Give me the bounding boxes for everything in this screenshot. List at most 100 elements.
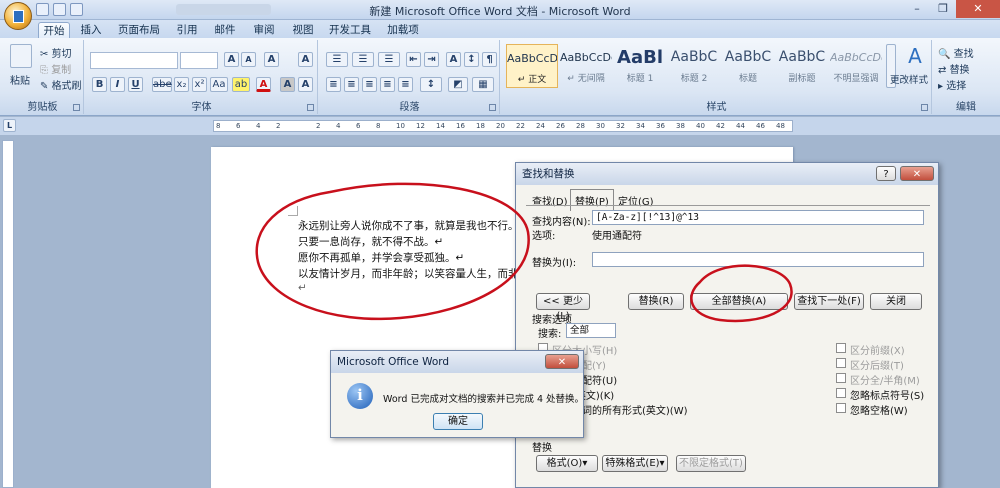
checkbox[interactable] [836,388,846,398]
close-window-button[interactable]: ✕ [956,0,1000,18]
font-size-dropdown[interactable] [180,52,218,69]
styles-launcher[interactable] [921,104,928,111]
bold-button[interactable]: B [92,77,107,92]
find-what-input[interactable]: [A-Za-z][!^13]@^13 [592,210,924,225]
no-formatting-button[interactable]: 不限定格式(T) [676,455,746,472]
tab-selector-icon[interactable]: L [3,119,16,132]
style-heading-2[interactable]: AaBbC 标题 2 [668,44,720,88]
save-icon[interactable] [36,3,49,16]
tab-developer[interactable]: 开发工具 [327,22,373,38]
tab-mailings[interactable]: 邮件 [210,22,240,38]
document-line[interactable]: 永远别让旁人说你成不了事，就算是我也不行。 [298,218,519,233]
superscript-button[interactable]: x² [192,77,207,92]
align-right-icon[interactable]: ≡ [362,77,377,92]
distributed-icon[interactable]: ≡ [398,77,413,92]
sort-icon[interactable]: ↕ [464,52,479,67]
dialog-close-button[interactable]: ✕ [900,166,934,181]
paste-icon[interactable] [10,44,32,68]
redo-icon[interactable] [70,3,83,16]
msgbox-close-button[interactable]: ✕ [545,354,579,369]
tab-insert[interactable]: 插入 [76,22,106,38]
document-line[interactable]: ↵ [298,282,307,294]
subscript-button[interactable]: x₂ [174,77,189,92]
style-no-spacing[interactable]: AaBbCcDd ↵ 无间隔 [560,44,612,88]
strikethrough-button[interactable]: abe [152,77,172,92]
style-title[interactable]: AaBbC 标题 [722,44,774,88]
tab-review[interactable]: 审阅 [249,22,279,38]
checkbox[interactable] [836,373,846,383]
tab-view[interactable]: 视图 [288,22,318,38]
tab-replace[interactable]: 替换(P) [570,189,614,211]
horizontal-ruler[interactable]: 8 6 4 2 2 4 6 8 10 12 14 16 18 20 22 24 26 28 30 32 34 36 38 40… [213,120,793,132]
shading-icon[interactable]: ◩ [448,77,468,92]
editing-group: 🔍 查找 ⇄ 替换 ▸ 选择 编辑 [934,40,998,114]
bullets-icon[interactable]: ☰ [326,52,348,67]
checkbox[interactable] [836,358,846,368]
vertical-ruler[interactable] [2,140,14,488]
justify-icon[interactable]: ≡ [380,77,395,92]
tab-addins[interactable]: 加载项 [384,22,422,38]
undo-icon[interactable] [53,3,66,16]
less-button[interactable]: << 更少(L) [536,293,590,322]
char-border-button[interactable]: A [298,52,313,67]
char-shading-button[interactable]: A [280,77,295,92]
font-launcher[interactable] [307,104,314,111]
checkbox[interactable] [836,403,846,413]
highlight-button[interactable]: ab [232,77,250,92]
line-spacing-icon[interactable]: ↕ [420,77,442,92]
grow-font-button[interactable]: A [224,52,239,67]
font-name-dropdown[interactable] [90,52,178,69]
checkbox[interactable] [836,343,846,353]
special-button[interactable]: 特殊格式(E)▾ [602,455,668,472]
minimize-button[interactable]: – [904,0,930,18]
ok-button[interactable]: 确定 [433,413,483,430]
tab-home[interactable]: 开始 [38,22,70,38]
asian-layout-icon[interactable]: A [446,52,461,67]
replace-with-input[interactable] [592,252,924,267]
document-line[interactable]: 只要一息尚存，就不得不战。↵ [298,234,443,249]
borders-icon[interactable]: ▦ [472,77,494,92]
decrease-indent-icon[interactable]: ⇤ [406,52,421,67]
show-marks-icon[interactable]: ¶ [482,52,497,67]
replace-all-button[interactable]: 全部替换(A) [690,293,788,310]
italic-button[interactable]: I [110,77,125,92]
align-center-icon[interactable]: ≡ [344,77,359,92]
find-button[interactable]: 🔍 查找 [938,45,974,60]
select-button[interactable]: ▸ 选择 [938,77,966,92]
change-styles-button[interactable]: 更改样式 [890,72,928,86]
numbering-icon[interactable]: ☰ [352,52,374,67]
clear-format-button[interactable]: A [264,52,279,67]
cut-button[interactable]: ✂ 剪切 [40,45,72,60]
style-subtitle[interactable]: AaBbC 副标题 [776,44,828,88]
search-direction-select[interactable]: 全部 [566,323,616,338]
align-left-icon[interactable]: ≡ [326,77,341,92]
change-case-button[interactable]: Aa [210,77,228,92]
style-subtle-emphasis[interactable]: AaBbCcDd 不明显强调 [830,44,882,88]
change-styles-icon[interactable]: A [900,44,930,68]
style-normal[interactable]: AaBbCcDd ↵ 正文 [506,44,558,88]
tab-references[interactable]: 引用 [172,22,202,38]
multilevel-list-icon[interactable]: ☰ [378,52,400,67]
close-button[interactable]: 关闭 [870,293,922,310]
clipboard-launcher[interactable] [73,104,80,111]
font-color-button[interactable]: A [256,77,271,92]
style-heading-1[interactable]: AaBl 标题 1 [614,44,666,88]
underline-button[interactable]: U [128,77,143,92]
office-button[interactable] [4,2,32,30]
document-line[interactable]: 愿你不再孤单，并学会享受孤独。↵ [298,250,464,265]
shrink-font-button[interactable]: A [241,52,256,67]
replace-ribbon-button[interactable]: ⇄ 替换 [938,61,970,76]
format-painter-button[interactable]: ✎ 格式刷 [40,77,82,92]
format-button[interactable]: 格式(O)▾ [536,455,598,472]
replace-button[interactable]: 替换(R) [628,293,684,310]
copy-button[interactable]: ⎘ 复制 [40,61,71,76]
increase-indent-icon[interactable]: ⇥ [424,52,439,67]
find-next-button[interactable]: 查找下一处(F) [794,293,864,310]
restore-button[interactable]: ❐ [930,0,956,18]
char-scale-button[interactable]: A [298,77,313,92]
help-button[interactable]: ? [876,166,896,181]
paste-button[interactable]: 粘贴 [10,72,30,87]
tab-page-layout[interactable]: 页面布局 [114,22,164,38]
document-line[interactable]: 以友情计岁月，而非年龄；以笑容量人生，而非 [298,266,519,281]
paragraph-launcher[interactable] [489,104,496,111]
